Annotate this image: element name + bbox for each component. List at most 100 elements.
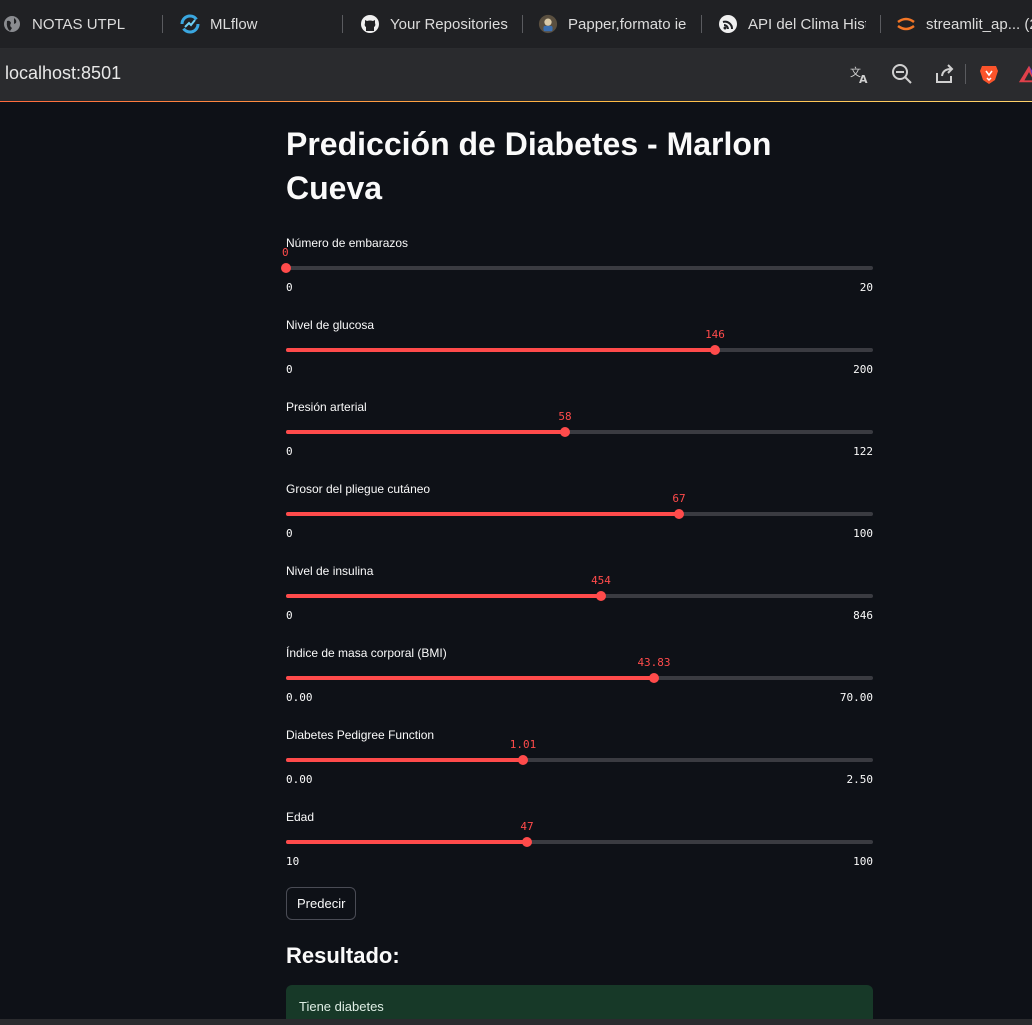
slider-min: 0 [286, 527, 293, 540]
slider-fill [286, 430, 565, 434]
slider-value: 0 [282, 246, 289, 259]
slider-track[interactable] [286, 345, 873, 355]
slider-min: 0 [286, 445, 293, 458]
slider-label: Número de embarazos [286, 236, 409, 250]
github-icon [360, 14, 380, 34]
share-icon[interactable] [933, 63, 955, 85]
slider-8: Edad 47 10 100 [286, 810, 873, 880]
result-alert: Tiene diabetes [286, 985, 873, 1022]
predict-button[interactable]: Predecir [286, 887, 357, 920]
slider-value: 146 [705, 328, 725, 341]
slider-thumb[interactable] [674, 509, 684, 519]
slider-4: Grosor del pliegue cutáneo 67 0 100 [286, 482, 873, 552]
slider-label: Índice de masa corporal (BMI) [286, 646, 447, 660]
slider-max: 70.00 [839, 691, 873, 704]
bookmark-label: NOTAS UTPL [32, 15, 126, 33]
slider-max: 122 [853, 445, 873, 458]
slider-min: 10 [286, 855, 300, 868]
slider-track[interactable] [286, 509, 873, 519]
overleaf-icon [538, 14, 558, 34]
slider-max: 100 [853, 527, 873, 540]
bookmark-label: streamlit_ap... (2 [926, 15, 1032, 33]
toolbar-separator [965, 64, 966, 84]
mlflow-icon [180, 14, 200, 34]
slider-5: Nivel de insulina 454 0 846 [286, 564, 873, 634]
bookmark-streamlit-app[interactable]: streamlit_ap... (2 [896, 0, 1032, 49]
slider-track[interactable] [286, 837, 873, 847]
slider-min: 0 [286, 609, 293, 622]
translate-icon[interactable]: 文A [849, 63, 871, 85]
openweather-icon [718, 14, 738, 34]
slider-6: Índice de masa corporal (BMI) 43.83 0.00 70… [286, 646, 873, 716]
page-title-line-1: Predicción de Diabetes - Marlon [286, 126, 772, 162]
slider-track[interactable] [286, 591, 873, 601]
jupyter-icon [896, 14, 916, 34]
bookmark-label: Papper,formato ie [568, 15, 687, 33]
globe-icon [2, 14, 22, 34]
zoom-out-icon[interactable] [891, 63, 913, 85]
bookmark-papper[interactable]: Papper,formato ie [538, 0, 690, 49]
url-field[interactable]: localhost:8501 [5, 63, 121, 84]
window-bottom-edge [0, 1019, 1032, 1025]
bookmark-separator [880, 15, 881, 33]
slider-fill [286, 348, 715, 352]
slider-thumb[interactable] [710, 345, 720, 355]
app-viewport: Predicción de Diabetes - Marlon Cueva Nú… [0, 102, 1032, 1022]
slider-min: 0 [286, 281, 293, 294]
slider-track[interactable] [286, 673, 873, 683]
bookmarks-bar: NOTAS UTPL MLflow Your Repositories Papp… [0, 0, 1032, 49]
slider-max: 846 [853, 609, 873, 622]
brave-icon[interactable] [978, 63, 1000, 85]
slider-fill [286, 676, 654, 680]
slider-value: 454 [591, 574, 611, 587]
slider-value: 43.83 [637, 656, 671, 669]
slider-thumb[interactable] [596, 591, 606, 601]
slider-thumb[interactable] [522, 837, 532, 847]
slider-7: Diabetes Pedigree Function 1.01 0.00 2.50 [286, 728, 873, 798]
address-bar: localhost:8501 文A [0, 49, 1032, 99]
bookmark-your-repositories[interactable]: Your Repositories [360, 0, 520, 49]
bookmark-api-clima[interactable]: API del Clima Hist [718, 0, 866, 49]
slider-thumb[interactable] [281, 263, 291, 273]
slider-thumb[interactable] [518, 755, 528, 765]
slider-label: Nivel de insulina [286, 564, 374, 578]
page-title-line-2: Cueva [286, 170, 383, 206]
slider-label: Nivel de glucosa [286, 318, 375, 332]
slider-label: Presión arterial [286, 400, 367, 414]
bookmark-label: MLflow [210, 15, 258, 33]
slider-fill [286, 594, 601, 598]
slider-value: 1.01 [509, 738, 537, 751]
bookmark-label: API del Clima Hist [748, 15, 866, 33]
slider-label: Grosor del pliegue cutáneo [286, 482, 431, 496]
result-message: Tiene diabetes [299, 999, 384, 1014]
slider-1: Número de embarazos 0 0 20 [281, 236, 873, 306]
slider-thumb[interactable] [560, 427, 570, 437]
page-title: Predicción de Diabetes - Marlon Cueva [286, 122, 873, 210]
slider-track[interactable] [281, 263, 873, 273]
slider-max: 200 [853, 363, 873, 376]
slider-value: 67 [672, 492, 686, 505]
slider-value: 47 [520, 820, 534, 833]
slider-fill [286, 840, 527, 844]
slider-fill [286, 512, 679, 516]
svg-text:A: A [859, 73, 868, 85]
slider-2: Nivel de glucosa 146 0 200 [286, 318, 873, 388]
slider-min: 0 [286, 363, 293, 376]
bookmark-notas-utpl[interactable]: NOTAS UTPL [2, 0, 152, 49]
bookmark-label: Your Repositories [390, 15, 508, 33]
bookmark-separator [701, 15, 702, 33]
bookmark-separator [522, 15, 523, 33]
slider-value: 58 [558, 410, 572, 423]
slider-track[interactable] [286, 427, 873, 437]
slider-max: 20 [859, 281, 873, 294]
bookmark-mlflow[interactable]: MLflow [180, 0, 330, 49]
slider-track[interactable] [286, 755, 873, 765]
slider-fill [286, 758, 523, 762]
slider-label: Diabetes Pedigree Function [286, 728, 435, 742]
bookmark-separator [342, 15, 343, 33]
bookmark-separator [162, 15, 163, 33]
slider-max: 2.50 [846, 773, 874, 786]
brave-rewards-icon[interactable] [1018, 63, 1032, 85]
slider-min: 0.00 [286, 691, 313, 704]
slider-thumb[interactable] [649, 673, 659, 683]
